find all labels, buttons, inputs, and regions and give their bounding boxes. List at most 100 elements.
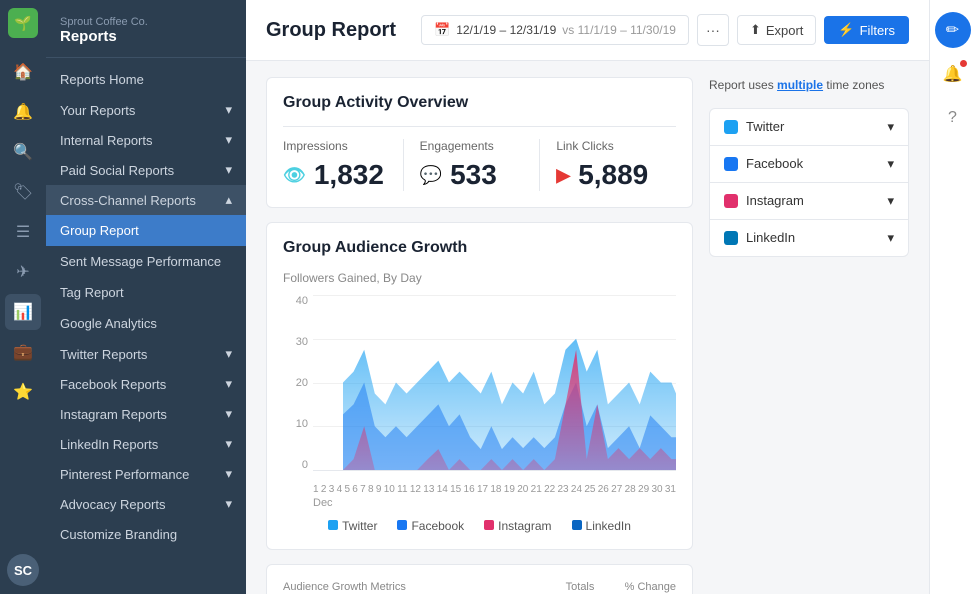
main-panel: Group Activity Overview Impressions 👁 1,…: [266, 77, 693, 594]
right-icon-bar: ✏ 🔔 ?: [929, 0, 975, 594]
chevron-down-icon: ▾: [225, 376, 232, 392]
impressions-label: Impressions: [283, 139, 387, 153]
sidebar-item-facebook-reports[interactable]: Facebook Reports ▾: [46, 369, 246, 399]
date-range-button[interactable]: 📅 12/1/19 – 12/31/19 vs 11/1/19 – 11/30/…: [421, 15, 689, 45]
platform-linkedin-label: LinkedIn: [746, 230, 795, 245]
sidebar-item-twitter-reports[interactable]: Twitter Reports ▾: [46, 339, 246, 369]
platform-item-instagram[interactable]: Instagram ▾: [710, 183, 908, 220]
legend-twitter: Twitter: [328, 519, 377, 533]
sidebar-brand: Sprout Coffee Co. Reports: [46, 8, 246, 58]
link-clicks-value: ▶ 5,889: [556, 159, 660, 191]
metric-impressions: Impressions 👁 1,832: [283, 139, 404, 191]
chevron-down-icon: ▾: [225, 102, 232, 118]
chevron-down-icon: ▾: [225, 466, 232, 482]
edit-icon-button[interactable]: ✏: [935, 12, 971, 48]
app-logo[interactable]: 🌱: [8, 8, 38, 38]
platform-item-facebook[interactable]: Facebook ▾: [710, 146, 908, 183]
right-panel: Report uses multiple time zones Twitter …: [709, 77, 909, 594]
chart-svg: [343, 295, 676, 470]
legend-instagram: Instagram: [484, 519, 551, 533]
page-title: Group Report: [266, 19, 396, 42]
overview-title: Group Activity Overview: [283, 94, 676, 112]
nav-tag-icon[interactable]: 🏷: [5, 174, 41, 210]
activity-overview-card: Group Activity Overview Impressions 👁 1,…: [266, 77, 693, 208]
timezone-note: Report uses multiple time zones: [709, 77, 909, 94]
legend-linkedin: LinkedIn: [572, 519, 631, 533]
facebook-dot: [724, 157, 738, 171]
linkedin-dot: [724, 231, 738, 245]
ellipsis-icon: ···: [706, 22, 720, 38]
help-icon-button[interactable]: ?: [935, 100, 971, 136]
chevron-down-icon: ▾: [225, 132, 232, 148]
user-avatar[interactable]: SC: [7, 554, 39, 586]
x-axis-month: Dec: [313, 497, 676, 509]
platform-item-twitter[interactable]: Twitter ▾: [710, 109, 908, 146]
icon-bar: 🌱 🏠 🔔 🔍 🏷 ☰ ✈ 📊 💼 ⭐ SC: [0, 0, 46, 594]
chart-y-axis: 403020100: [283, 295, 308, 471]
vs-text: vs 11/1/19 – 11/30/19: [562, 23, 676, 37]
content-area: Group Activity Overview Impressions 👁 1,…: [246, 61, 929, 594]
date-range-text: 12/1/19 – 12/31/19: [456, 23, 556, 37]
nav-reports-icon[interactable]: 📊: [5, 294, 41, 330]
nav-bell-icon badge[interactable]: 🔔: [5, 94, 41, 130]
eye-icon: 👁: [283, 165, 306, 186]
sidebar-item-paid-social[interactable]: Paid Social Reports ▾: [46, 155, 246, 185]
sidebar-item-advocacy[interactable]: Advocacy Reports ▾: [46, 489, 246, 519]
nav-stars-icon[interactable]: ⭐: [5, 374, 41, 410]
nav-send-icon[interactable]: ✈: [5, 254, 41, 290]
sidebar-item-group-report[interactable]: Group Report: [46, 215, 246, 246]
col-header-label: Audience Growth Metrics: [283, 581, 539, 594]
sidebar-item-cross-channel[interactable]: Cross-Channel Reports ▴: [46, 185, 246, 215]
chart-subtitle: Followers Gained, By Day: [283, 271, 676, 285]
chevron-down-icon: ▾: [887, 156, 894, 172]
page-header: Group Report 📅 12/1/19 – 12/31/19 vs 11/…: [246, 0, 929, 61]
chevron-up-icon: ▴: [225, 192, 232, 208]
sidebar-item-customize-branding[interactable]: Customize Branding: [46, 519, 246, 550]
filter-icon: ⚡: [838, 22, 854, 38]
sidebar-item-internal-reports[interactable]: Internal Reports ▾: [46, 125, 246, 155]
sidebar-item-linkedin-reports[interactable]: LinkedIn Reports ▾: [46, 429, 246, 459]
link-clicks-label: Link Clicks: [556, 139, 660, 153]
nav-home-icon[interactable]: 🏠: [5, 54, 41, 90]
nav-search-icon[interactable]: 🔍: [5, 134, 41, 170]
cursor-icon: ▶: [556, 165, 570, 186]
export-button[interactable]: ⬆ Export: [737, 15, 816, 45]
multiple-link[interactable]: multiple: [777, 78, 823, 92]
instagram-dot: [724, 194, 738, 208]
chevron-down-icon: ▾: [887, 119, 894, 135]
sidebar-item-your-reports[interactable]: Your Reports ▾: [46, 95, 246, 125]
chevron-down-icon: ▾: [887, 193, 894, 209]
impressions-value: 👁 1,832: [283, 159, 387, 191]
col-header-totals: Totals: [539, 581, 595, 594]
engagements-label: Engagements: [420, 139, 524, 153]
chart-x-labels: 1234567891011121314151617181920212223242…: [313, 484, 676, 495]
platform-card: Twitter ▾ Facebook ▾ Instagram: [709, 108, 909, 257]
sidebar: Sprout Coffee Co. Reports Reports Home Y…: [46, 0, 246, 594]
sidebar-item-pinterest[interactable]: Pinterest Performance ▾: [46, 459, 246, 489]
chevron-down-icon: ▾: [225, 162, 232, 178]
more-options-button[interactable]: ···: [697, 14, 729, 46]
sidebar-item-tag-report[interactable]: Tag Report: [46, 277, 246, 308]
chart-title: Group Audience Growth: [283, 239, 676, 257]
audience-metrics-table: Audience Growth Metrics Totals % Change …: [283, 581, 676, 594]
notification-icon-button[interactable]: 🔔: [935, 56, 971, 92]
app-name: Reports: [60, 28, 232, 45]
bubble-icon: 💬: [420, 165, 442, 186]
nav-tasks-icon[interactable]: 💼: [5, 334, 41, 370]
calendar-icon: 📅: [434, 22, 450, 38]
platform-item-linkedin[interactable]: LinkedIn ▾: [710, 220, 908, 256]
chevron-down-icon: ▾: [225, 496, 232, 512]
chevron-down-icon: ▾: [225, 346, 232, 362]
filters-button[interactable]: ⚡ Filters: [824, 16, 909, 44]
metric-engagements: Engagements 💬 533: [404, 139, 541, 191]
export-icon: ⬆: [750, 22, 761, 38]
nav-list-icon[interactable]: ☰: [5, 214, 41, 250]
metrics-row: Impressions 👁 1,832 Engagements 💬 533: [283, 126, 676, 191]
sidebar-item-google-analytics[interactable]: Google Analytics: [46, 308, 246, 339]
main-content: Group Report 📅 12/1/19 – 12/31/19 vs 11/…: [246, 0, 929, 594]
sidebar-item-reports-home[interactable]: Reports Home: [46, 64, 246, 95]
sidebar-item-sent-message[interactable]: Sent Message Performance: [46, 246, 246, 277]
company-name: Sprout Coffee Co.: [60, 16, 232, 28]
sidebar-item-instagram-reports[interactable]: Instagram Reports ▾: [46, 399, 246, 429]
platform-facebook-label: Facebook: [746, 156, 803, 171]
